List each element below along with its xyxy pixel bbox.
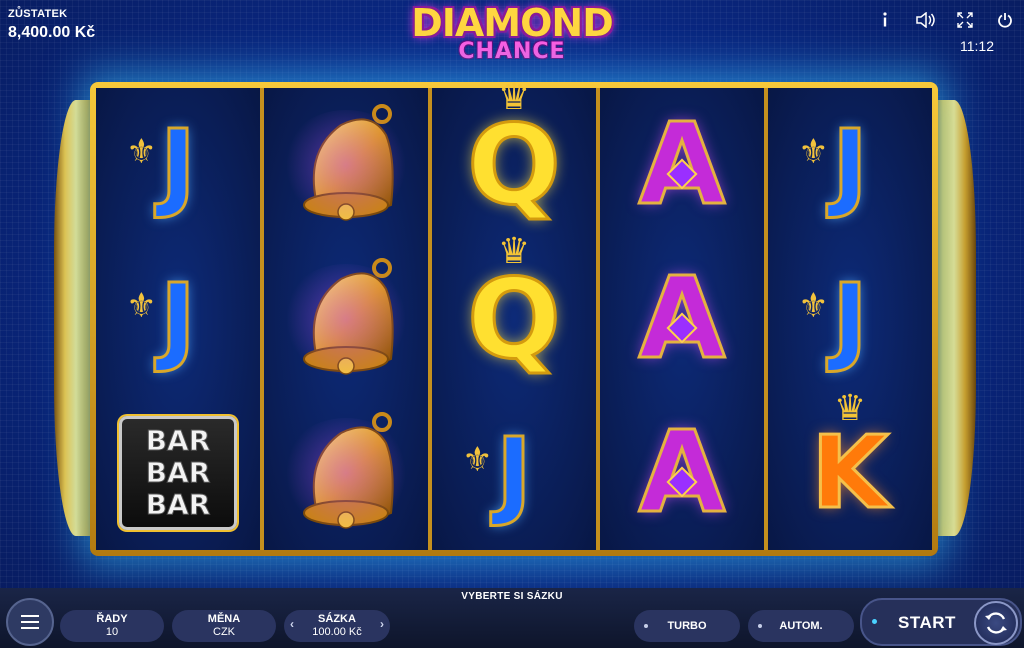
clock: 11:12 <box>960 38 994 54</box>
hamburger-icon-line <box>21 621 39 623</box>
bet-selector[interactable]: ‹ SÁZKA 100.00 Kč › <box>284 610 390 642</box>
turbo-indicator-icon <box>644 624 648 628</box>
symbol-letter: Q <box>466 101 563 229</box>
symbol-glow <box>281 418 411 528</box>
reel-3: Q ♛ Q ♛ J ⚜ <box>432 80 596 550</box>
reel-cell: BAR BAR BAR <box>96 396 260 550</box>
bet-label: SÁZKA <box>318 613 356 625</box>
sound-icon[interactable] <box>914 10 936 30</box>
k-symbol: K ♛ <box>810 391 890 525</box>
reel-cell: A <box>600 396 764 550</box>
top-toolbar <box>874 10 1016 30</box>
q-symbol: Q ♛ <box>466 80 563 222</box>
reel-4: AAA <box>600 88 764 550</box>
reel-5: J ⚜ J ⚜ K ♛ <box>768 88 932 550</box>
reel-cell: J ⚜ <box>768 242 932 396</box>
reel-cell: Q ♛ <box>432 80 596 242</box>
reel-cell <box>264 242 428 396</box>
autoplay-button[interactable]: AUTOM. <box>748 610 854 642</box>
reel-cell: J ⚜ <box>96 242 260 396</box>
autoplay-label: AUTOM. <box>779 619 823 632</box>
fleur-de-lis-icon: ⚜ <box>126 132 157 172</box>
a-symbol: A <box>637 416 727 531</box>
j-symbol: J ⚜ <box>462 424 533 523</box>
reel-cell <box>264 88 428 242</box>
bar-symbol-line: BAR <box>145 488 211 521</box>
fullscreen-icon[interactable] <box>954 10 976 30</box>
fleur-de-lis-icon: ⚜ <box>798 286 829 326</box>
currency-selector[interactable]: MĚNA CZK <box>172 610 276 642</box>
bet-increase-icon[interactable]: › <box>380 618 384 631</box>
j-symbol: J ⚜ <box>798 270 869 369</box>
balance-value: 8,400.00 Kč <box>8 24 96 41</box>
start-label: START <box>898 613 956 632</box>
lines-label: ŘADY <box>96 613 128 625</box>
hamburger-icon <box>21 615 39 617</box>
symbol-letter: J <box>159 263 198 375</box>
symbol-glow <box>281 110 411 220</box>
autoplay-indicator-icon <box>758 624 762 628</box>
fleur-de-lis-icon: ⚜ <box>462 440 493 480</box>
spin-button[interactable] <box>974 601 1018 645</box>
reel-cell: A <box>600 88 764 242</box>
currency-label: MĚNA <box>207 613 241 625</box>
j-symbol: J ⚜ <box>126 270 197 369</box>
a-symbol: A <box>637 108 727 223</box>
bar-symbol-line: BAR <box>145 456 211 489</box>
reel-cell: J ⚜ <box>96 88 260 242</box>
reel-cell: Q ♛ <box>432 234 596 396</box>
fleur-de-lis-icon: ⚜ <box>798 132 829 172</box>
power-icon[interactable] <box>994 10 1016 30</box>
lines-selector[interactable]: ŘADY 10 <box>60 610 164 642</box>
symbol-letter: Q <box>466 255 563 383</box>
symbol-letter: J <box>495 417 534 529</box>
crown-icon: ♛ <box>497 77 531 118</box>
game-logo: DIAMOND CHANCE <box>395 1 629 64</box>
info-icon[interactable] <box>874 10 896 30</box>
currency-value: CZK <box>213 626 235 638</box>
reel-2 <box>264 88 428 550</box>
j-symbol: J ⚜ <box>126 116 197 215</box>
logo-line2: CHANCE <box>458 39 566 64</box>
bet-value: 100.00 Kč <box>312 626 362 638</box>
reel-cell <box>264 396 428 550</box>
reel-cell: J ⚜ <box>432 396 596 550</box>
start-button[interactable]: START <box>860 598 1022 646</box>
bar-symbol: BAR BAR BAR <box>119 416 237 530</box>
turbo-label: TURBO <box>667 619 707 632</box>
symbol-letter: J <box>159 109 198 221</box>
q-symbol: Q ♛ <box>466 234 563 376</box>
logo-line1: DIAMOND <box>411 1 614 45</box>
menu-button[interactable] <box>6 598 54 646</box>
reel-cell: K ♛ <box>768 391 932 550</box>
fleur-de-lis-icon: ⚜ <box>126 286 157 326</box>
lines-value: 10 <box>105 626 119 638</box>
a-symbol: A <box>637 262 727 377</box>
balance-label: ZŮSTATEK <box>8 8 68 20</box>
spin-icon <box>985 612 1007 634</box>
symbol-letter: J <box>831 109 870 221</box>
reel-1: J ⚜ J ⚜ BAR BAR BAR <box>96 88 260 550</box>
turbo-button[interactable]: TURBO <box>634 610 740 642</box>
hamburger-icon-line <box>21 627 39 629</box>
bet-decrease-icon[interactable]: ‹ <box>290 618 294 631</box>
reel-grid: J⚜J⚜BARBARBAR Q♛Q♛J⚜AAAJ⚜J⚜K♛ <box>96 80 932 550</box>
symbol-letter: K <box>810 414 890 531</box>
reel-cell: J ⚜ <box>768 88 932 242</box>
start-indicator-icon <box>872 619 877 624</box>
reel-frame-right-roller <box>932 100 976 536</box>
crown-icon: ♛ <box>497 231 531 272</box>
reel-cell: A <box>600 242 764 396</box>
symbol-letter: J <box>831 263 870 375</box>
j-symbol: J ⚜ <box>798 116 869 215</box>
symbol-glow <box>281 264 411 374</box>
bar-symbol-line: BAR <box>145 424 211 457</box>
balance-display: ZŮSTATEK 8,400.00 Kč <box>8 8 95 42</box>
crown-icon: ♛ <box>833 388 867 429</box>
